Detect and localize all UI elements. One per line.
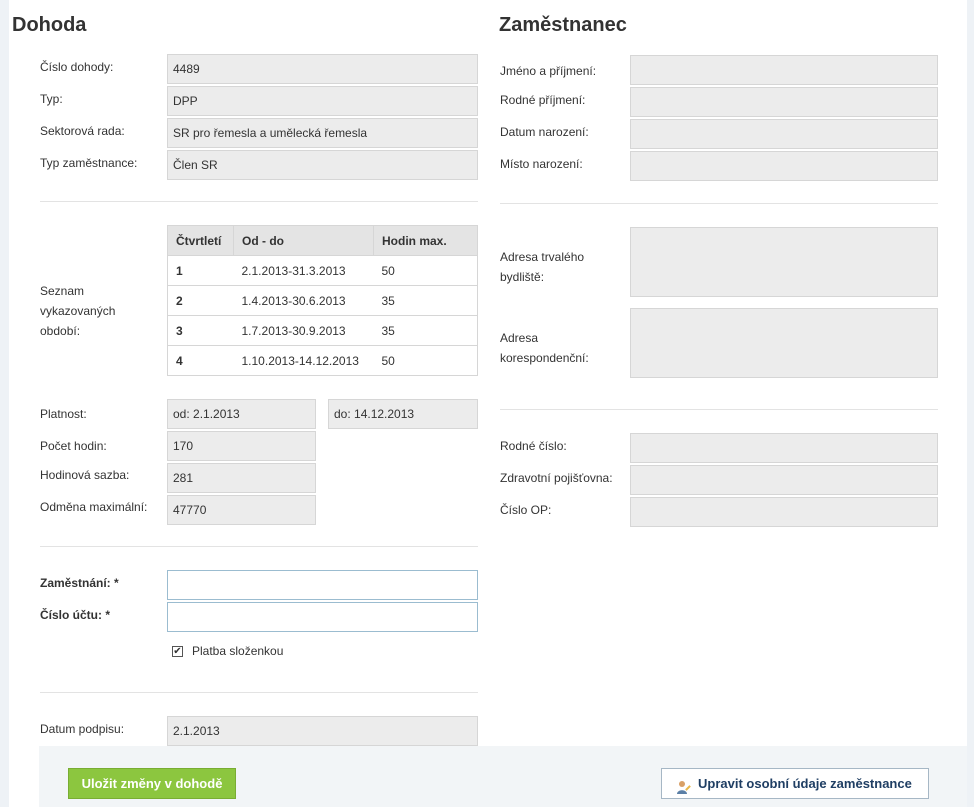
permanent-address-label-line2: bydliště: bbox=[500, 270, 545, 284]
birth-place-value bbox=[630, 151, 938, 181]
divider bbox=[40, 546, 478, 547]
type-label: Typ: bbox=[40, 92, 63, 106]
id-card-value bbox=[630, 497, 938, 527]
edit-employee-button[interactable]: Upravit osobní údaje zaměstnance bbox=[661, 768, 929, 799]
hours-cell: 50 bbox=[373, 345, 478, 376]
user-edit-icon bbox=[676, 776, 692, 794]
page: Dohoda Číslo dohody: 4489 Typ: DPP Sekto… bbox=[9, 0, 967, 807]
periods-label-line1: Seznam bbox=[40, 284, 85, 298]
range-cell: 2.1.2013-31.3.2013 bbox=[233, 255, 374, 286]
account-number-label: Číslo účtu: * bbox=[40, 608, 111, 622]
quarter-cell: 3 bbox=[167, 315, 234, 346]
sector-council-value: SR pro řemesla a umělecká řemesla bbox=[167, 118, 478, 148]
employment-label: Zaměstnání: * bbox=[40, 576, 119, 590]
table-row: 2 1.4.2013-30.6.2013 35 bbox=[167, 285, 478, 316]
payment-slip-checkbox[interactable]: ✔ bbox=[172, 646, 183, 657]
birth-surname-label: Rodné příjmení: bbox=[500, 93, 586, 107]
hours-count-value: 170 bbox=[167, 431, 316, 461]
birth-number-label: Rodné číslo: bbox=[500, 439, 567, 453]
sector-council-label: Sektorová rada: bbox=[40, 124, 125, 138]
signature-date-value: 2.1.2013 bbox=[167, 716, 478, 746]
column-header-quarter: Čtvrtletí bbox=[167, 225, 234, 256]
table-row: 1 2.1.2013-31.3.2013 50 bbox=[167, 255, 478, 286]
correspondence-address-value bbox=[630, 308, 938, 378]
column-header-hours: Hodin max. bbox=[373, 225, 478, 256]
type-value: DPP bbox=[167, 86, 478, 116]
correspondence-address-label-line2: korespondenční: bbox=[500, 351, 589, 365]
divider bbox=[40, 692, 478, 693]
edit-employee-label: Upravit osobní údaje zaměstnance bbox=[698, 776, 912, 791]
periods-table: Čtvrtletí Od - do Hodin max. 1 2.1.2013-… bbox=[167, 225, 478, 376]
birth-date-value bbox=[630, 119, 938, 149]
max-reward-label: Odměna maximální: bbox=[40, 500, 148, 514]
hourly-rate-label: Hodinová sazba: bbox=[40, 468, 130, 482]
range-cell: 1.7.2013-30.9.2013 bbox=[233, 315, 374, 346]
employee-type-label: Typ zaměstnance: bbox=[40, 156, 138, 170]
hours-count-label: Počet hodin: bbox=[40, 439, 107, 453]
hours-cell: 35 bbox=[373, 285, 478, 316]
payment-slip-label: Platba složenkou bbox=[192, 644, 284, 658]
form-footer: Uložit změny v dohodě Upravit osobní úda… bbox=[39, 746, 967, 807]
table-row: 3 1.7.2013-30.9.2013 35 bbox=[167, 315, 478, 346]
quarter-cell: 4 bbox=[167, 345, 234, 376]
name-label: Jméno a příjmení: bbox=[500, 64, 597, 78]
employment-input[interactable] bbox=[167, 570, 478, 600]
validity-label: Platnost: bbox=[40, 407, 87, 421]
divider bbox=[500, 203, 938, 204]
hourly-rate-value: 281 bbox=[167, 463, 316, 493]
health-insurance-label: Zdravotní pojišťovna: bbox=[500, 471, 613, 485]
employee-title: Zaměstnanec bbox=[499, 14, 627, 36]
validity-to-value: do: 14.12.2013 bbox=[328, 399, 478, 429]
birth-date-label: Datum narození: bbox=[500, 125, 589, 139]
permanent-address-label-line1: Adresa trvalého bbox=[500, 250, 585, 264]
dohoda-title: Dohoda bbox=[12, 14, 87, 36]
max-reward-value: 47770 bbox=[167, 495, 316, 525]
quarter-cell: 2 bbox=[167, 285, 234, 316]
hours-cell: 35 bbox=[373, 315, 478, 346]
signature-date-label: Datum podpisu: bbox=[40, 722, 125, 736]
birth-number-value bbox=[630, 433, 938, 463]
quarter-cell: 1 bbox=[167, 255, 234, 286]
divider bbox=[40, 201, 478, 202]
periods-label-line3: období: bbox=[40, 324, 81, 338]
column-header-range: Od - do bbox=[233, 225, 374, 256]
birth-surname-value bbox=[630, 87, 938, 117]
agreement-number-value: 4489 bbox=[167, 54, 478, 84]
id-card-label: Číslo OP: bbox=[500, 503, 552, 517]
validity-from-value: od: 2.1.2013 bbox=[167, 399, 316, 429]
save-agreement-button[interactable]: Uložit změny v dohodě bbox=[68, 768, 236, 799]
health-insurance-value bbox=[630, 465, 938, 495]
correspondence-address-label-line1: Adresa bbox=[500, 331, 539, 345]
range-cell: 1.10.2013-14.12.2013 bbox=[233, 345, 374, 376]
range-cell: 1.4.2013-30.6.2013 bbox=[233, 285, 374, 316]
permanent-address-value bbox=[630, 227, 938, 297]
table-row: 4 1.10.2013-14.12.2013 50 bbox=[167, 345, 478, 376]
agreement-number-label: Číslo dohody: bbox=[40, 60, 114, 74]
birth-place-label: Místo narození: bbox=[500, 157, 583, 171]
employee-type-value: Člen SR bbox=[167, 150, 478, 180]
account-number-input[interactable] bbox=[167, 602, 478, 632]
hours-cell: 50 bbox=[373, 255, 478, 286]
periods-label-line2: vykazovaných bbox=[40, 304, 116, 318]
name-value bbox=[630, 55, 938, 85]
divider bbox=[500, 409, 938, 410]
